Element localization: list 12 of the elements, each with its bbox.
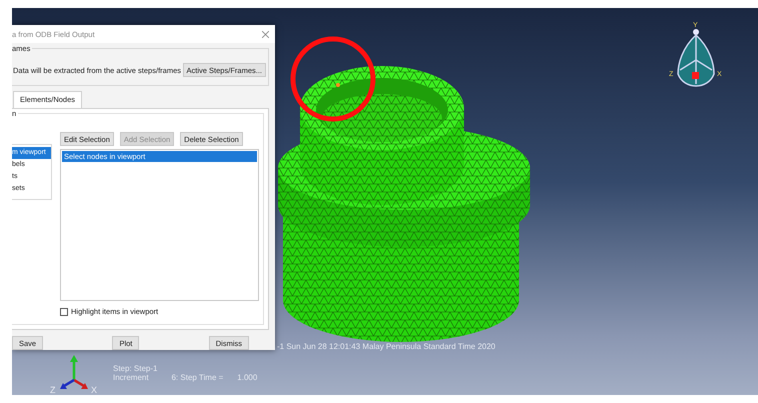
axis-label: Z [50,385,56,394]
step-time-value: 1.000 [237,373,258,382]
checkbox[interactable] [60,308,68,316]
increment-label: Increment [113,373,150,382]
view-cube-icon [677,29,715,87]
increment-value: 6: Step Time = [171,373,224,382]
node-marker [336,83,340,87]
step-label: Step: Step-1 [113,364,158,373]
axis-label: X [91,385,98,394]
axis-triad-icon [60,355,88,389]
close-icon[interactable] [262,30,269,38]
viewport-title-line: -1 Sun Jun 28 12:01:43 Malay Peninsula Standard Time 2020 [277,342,496,351]
